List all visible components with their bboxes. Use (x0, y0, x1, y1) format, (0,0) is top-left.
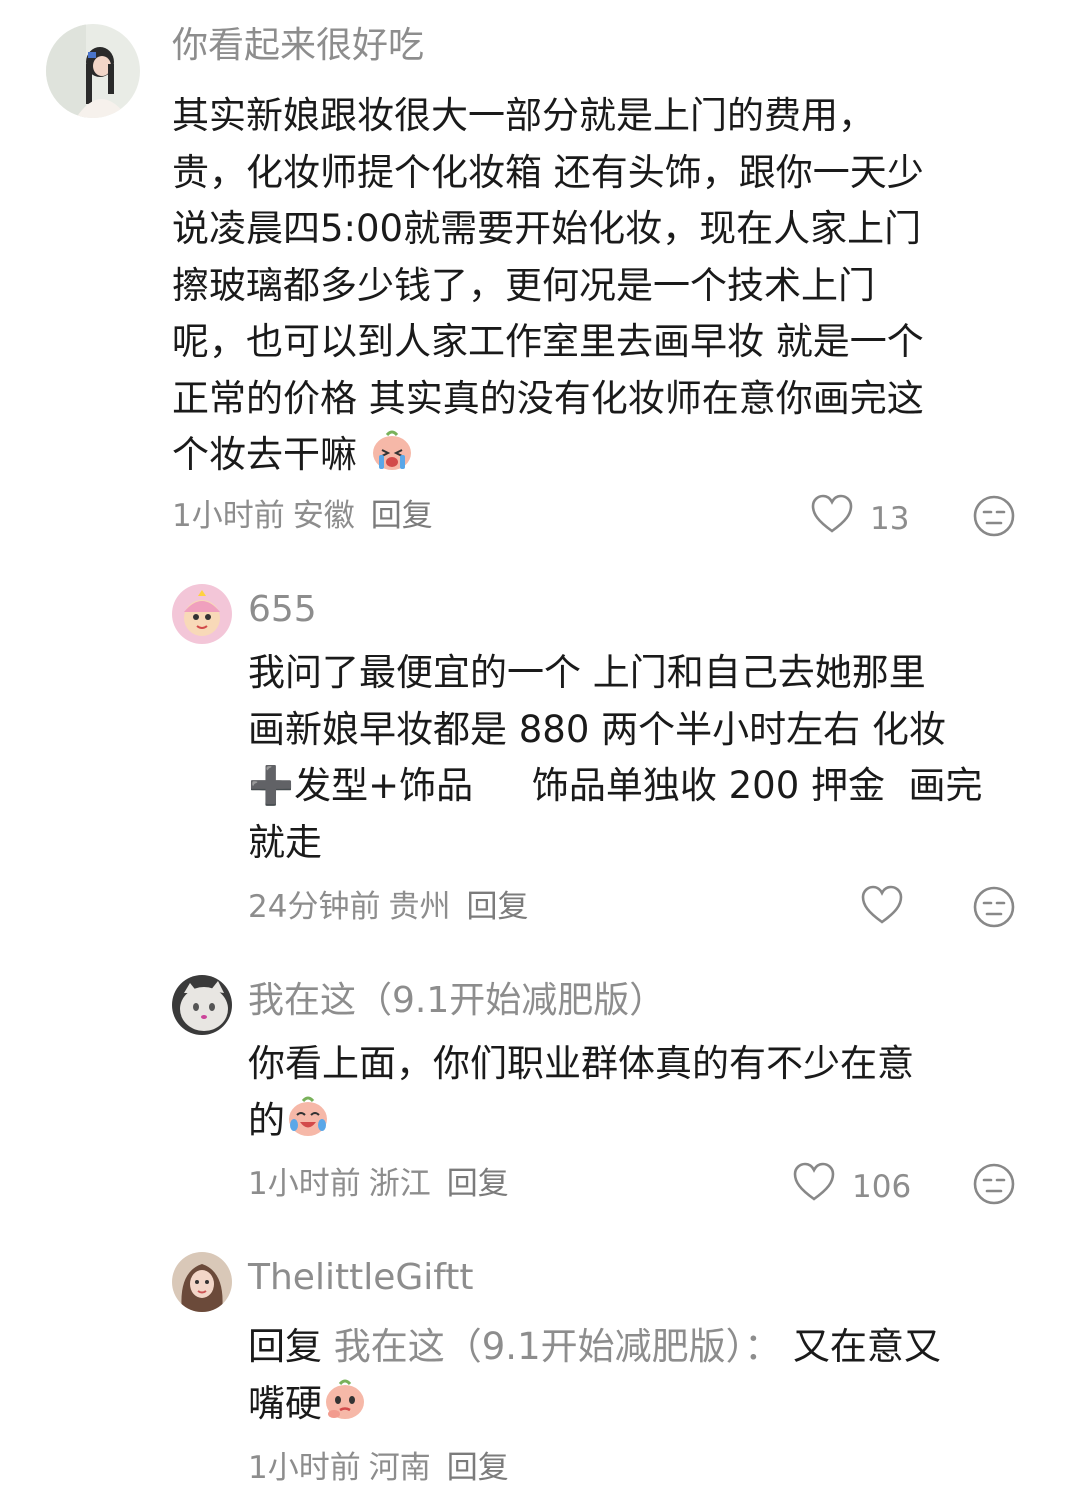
dislike-button[interactable] (972, 494, 1016, 542)
comment-line: 的 (248, 1098, 285, 1142)
comment-meta: 24分钟前 贵州 回复 (248, 887, 528, 927)
comment-line-last: 个妆去干嘛 (172, 427, 924, 484)
timestamp: 1小时前 (248, 1166, 361, 1202)
comment-line: 我问了最便宜的一个 上门和自己去她那里 (248, 651, 926, 694)
crying-peach-emoji-icon (369, 427, 415, 490)
laughing-crying-peach-emoji-icon (285, 1093, 331, 1156)
comment-line: 呢，也可以到人家工作室里去画早妆 就是一个 (172, 320, 924, 363)
comment-line: ➕发型+饰品 饰品单独收 200 押金 画完 (248, 764, 983, 807)
dislike-button[interactable] (972, 885, 1016, 933)
comment-line: 画新娘早妆都是 880 两个半小时左右 化妆 (248, 707, 946, 751)
comment-line-last: 嘴硬 (248, 1376, 941, 1433)
thinking-peach-emoji-icon (322, 1376, 368, 1439)
timestamp: 1小时前 (248, 1450, 361, 1486)
reply-to-user[interactable]: 我在这（9.1开始减肥版）： (334, 1325, 781, 1368)
like-button[interactable] (860, 885, 904, 935)
like-count: 13 (870, 501, 910, 537)
comment-line-last: 的 (248, 1093, 914, 1150)
reply-button[interactable]: 回复 (447, 1166, 509, 1202)
username[interactable]: 655 (248, 590, 317, 630)
reply-prefix: 回复 (248, 1325, 322, 1368)
comment-line: 回复 我在这（9.1开始减肥版）： 又在意又 (248, 1319, 941, 1376)
meh-face-icon (972, 1163, 1016, 1210)
avatar[interactable] (172, 975, 232, 1035)
like-count: 106 (852, 1169, 912, 1205)
comment-text: 你看上面，你们职业群体真的有不少在意 的 (248, 1036, 914, 1149)
comment-text: 回复 我在这（9.1开始减肥版）： 又在意又 嘴硬 (248, 1319, 941, 1432)
location: 河南 (368, 1450, 431, 1486)
comment-meta: 1小时前 河南 回复 (248, 1448, 509, 1488)
avatar[interactable] (172, 1252, 232, 1312)
comment-line: 说凌晨四5:00就需要开始化妆，现在人家上门 (172, 207, 922, 250)
like-button[interactable]: 106 (792, 1162, 911, 1212)
dislike-button[interactable] (972, 1162, 1016, 1210)
timestamp: 24分钟前 (248, 889, 381, 925)
avatar[interactable] (46, 24, 140, 118)
location: 浙江 (368, 1166, 431, 1202)
location: 贵州 (388, 889, 451, 925)
comment-text: 我问了最便宜的一个 上门和自己去她那里 画新娘早妆都是 880 两个半小时左右 … (248, 645, 983, 871)
heart-icon (810, 494, 854, 544)
meh-face-icon (972, 495, 1016, 542)
comment-meta: 1小时前 安徽 回复 (172, 496, 433, 536)
heart-icon (792, 1162, 836, 1212)
username[interactable]: ThelittleGiftt (248, 1258, 474, 1298)
meh-face-icon (972, 886, 1016, 933)
comment-line: 贵，化妆师提个化妆箱 还有头饰，跟你一天少 (172, 150, 924, 194)
comment-line: 个妆去干嘛 (172, 433, 357, 476)
comment-meta: 1小时前 浙江 回复 (248, 1164, 509, 1204)
comment-line: 又在意又 (792, 1325, 941, 1368)
heart-icon (860, 885, 904, 935)
location: 安徽 (292, 498, 355, 534)
avatar[interactable] (172, 584, 232, 644)
username[interactable]: 我在这（9.1开始减肥版） (248, 981, 665, 1021)
comment-line: 其实新娘跟妆很大一部分就是上门的费用， (172, 94, 875, 137)
timestamp: 1小时前 (172, 498, 285, 534)
reply-button[interactable]: 回复 (466, 889, 528, 925)
username[interactable]: 你看起来很好吃 (172, 26, 424, 66)
comment-line: 擦玻璃都多少钱了，更何况是一个技术上门 (172, 263, 875, 307)
reply-button[interactable]: 回复 (371, 498, 433, 534)
like-button[interactable]: 13 (810, 494, 909, 544)
comment-line: 就走 (248, 820, 322, 864)
comment-line: 你看上面，你们职业群体真的有不少在意 (248, 1042, 914, 1085)
reply-button[interactable]: 回复 (447, 1450, 509, 1486)
comment-line: 嘴硬 (248, 1381, 322, 1425)
comment-line: 正常的价格 其实真的没有化妆师在意你画完这 (172, 376, 924, 420)
comment-text: 其实新娘跟妆很大一部分就是上门的费用， 贵，化妆师提个化妆箱 还有头饰，跟你一天… (172, 88, 924, 484)
